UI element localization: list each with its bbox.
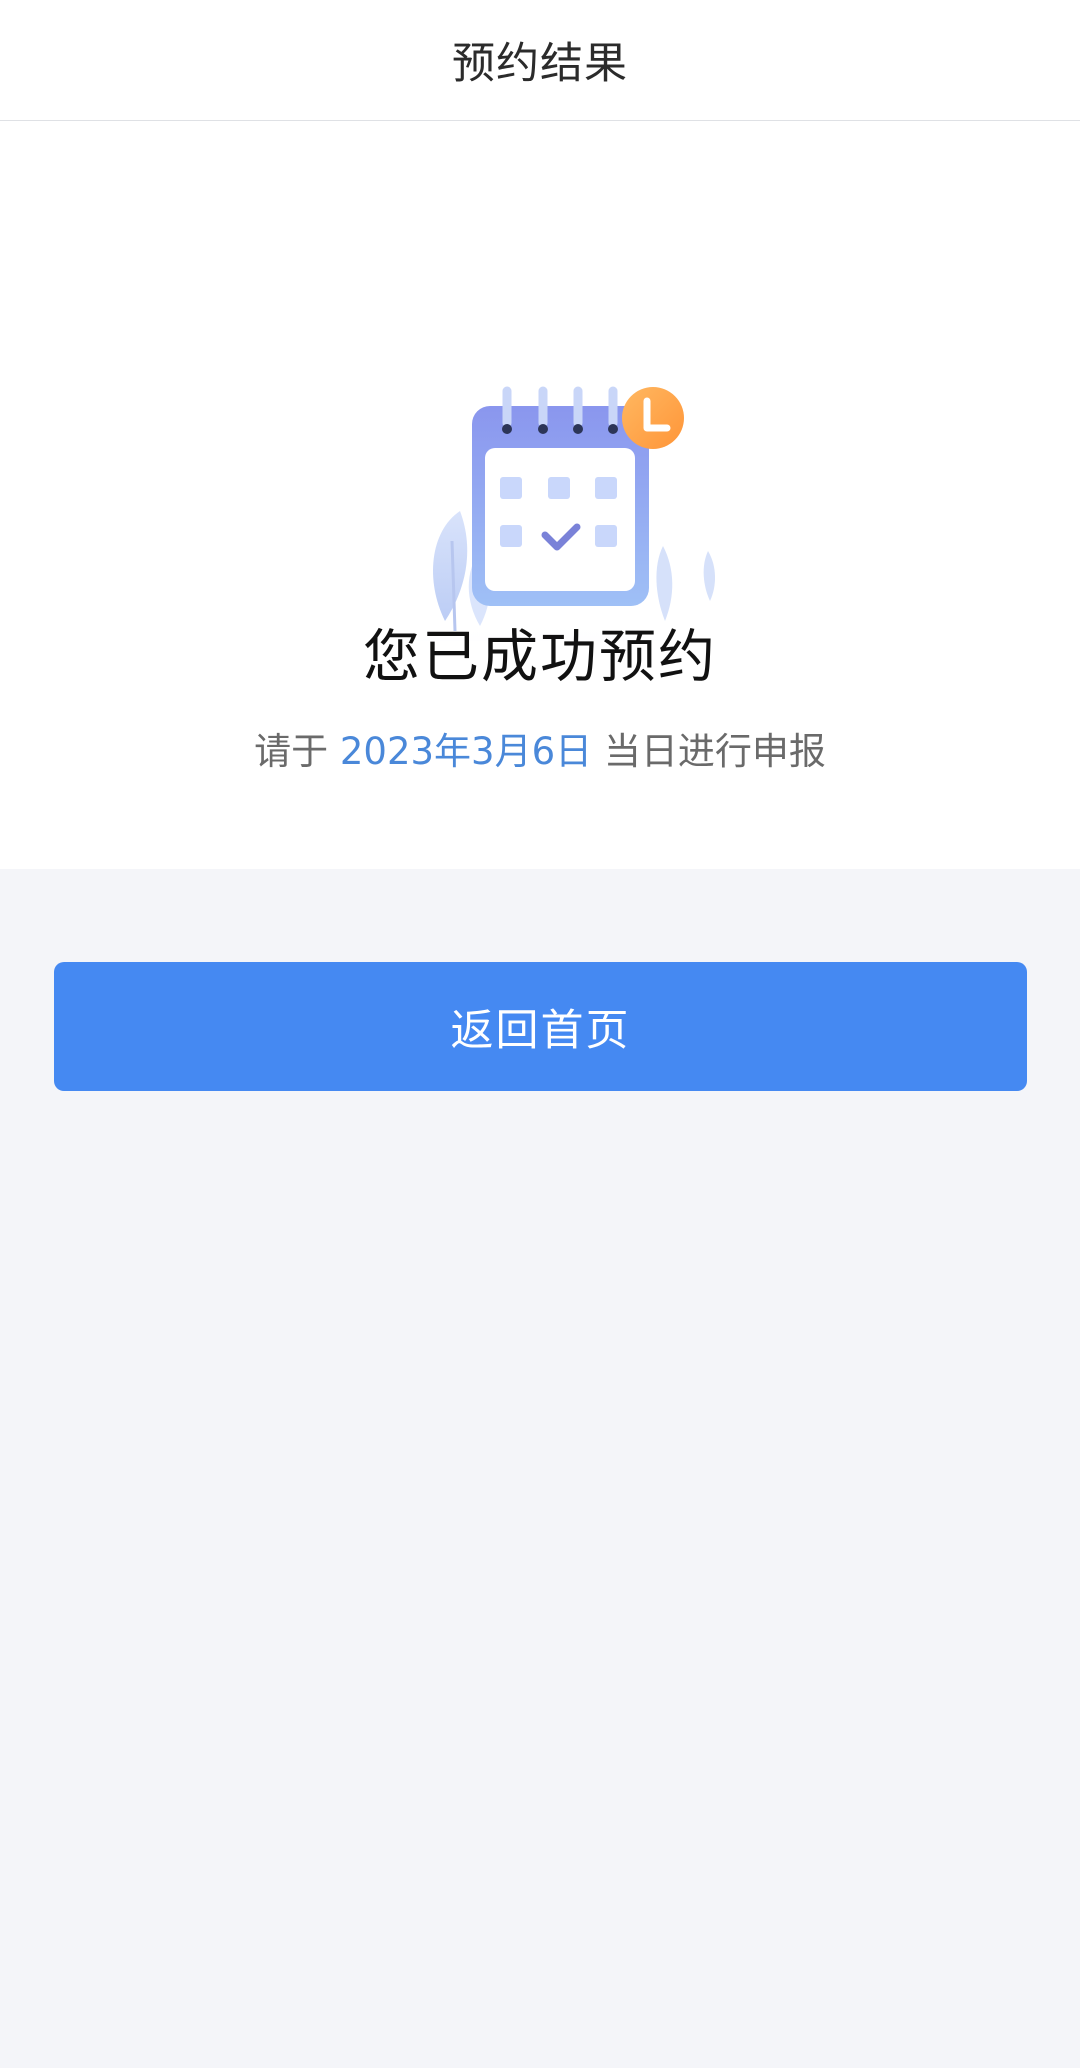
calendar-check-icon bbox=[255, 386, 825, 641]
appointment-date: 2023年3月6日 bbox=[339, 730, 593, 773]
clock-icon bbox=[622, 387, 684, 449]
nav-bar: 预约结果 bbox=[0, 0, 1080, 121]
success-title: 您已成功预约 bbox=[363, 624, 717, 690]
result-panel: 您已成功预约 请于 2023年3月6日 当日进行申报 bbox=[0, 121, 1080, 869]
success-subtitle: 请于 2023年3月6日 当日进行申报 bbox=[0, 721, 1080, 775]
page: 预约结果 您已成功预约 请于 2023年3月6日 当日进行申报 返回首页 bbox=[0, 0, 1080, 2068]
return-home-label: 返回首页 bbox=[450, 1005, 631, 1056]
subtitle-suffix: 当日进行申报 bbox=[603, 730, 826, 773]
return-home-button[interactable]: 返回首页 bbox=[54, 962, 1027, 1091]
subtitle-prefix: 请于 bbox=[254, 730, 329, 773]
page-title: 预约结果 bbox=[452, 39, 628, 89]
